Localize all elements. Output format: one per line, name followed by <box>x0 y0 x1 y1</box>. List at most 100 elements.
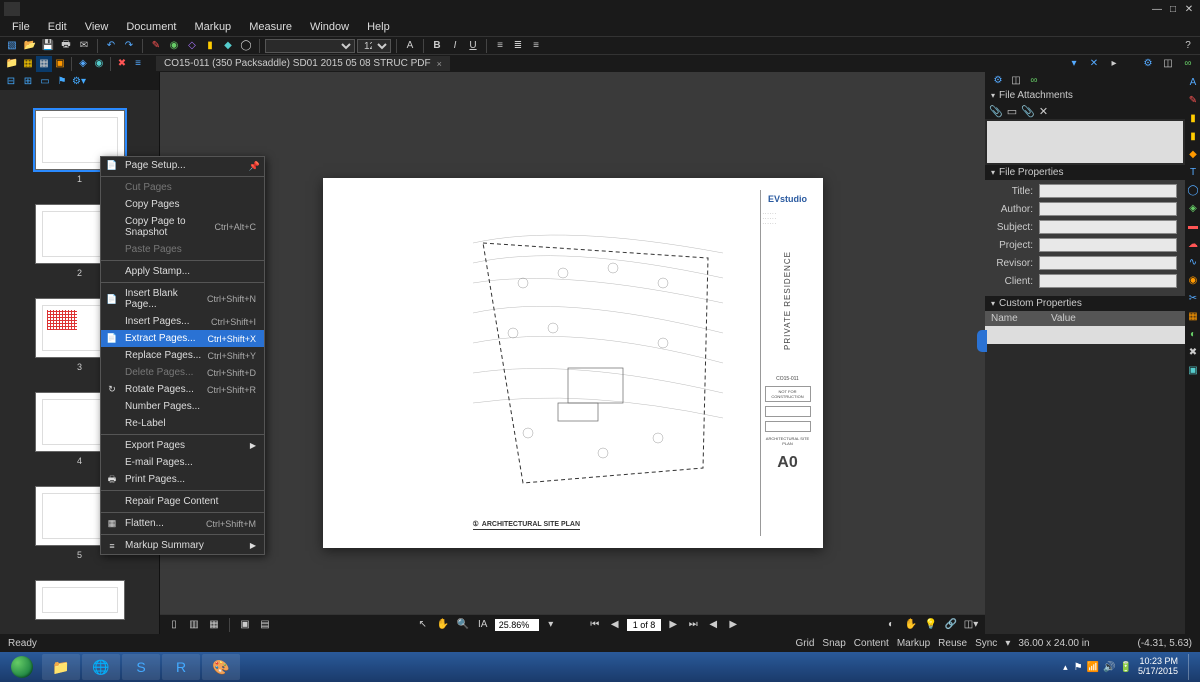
menu-edit[interactable]: Edit <box>40 19 75 35</box>
menu-item-copy-page-to-snapshot[interactable]: Copy Page to SnapshotCtrl+Alt+C <box>101 213 264 241</box>
rtab-9-icon[interactable]: ▬ <box>1185 218 1200 234</box>
email-icon[interactable]: ✉ <box>76 38 92 54</box>
dimmer-icon[interactable]: ◐ <box>883 617 899 633</box>
thumb-view-icon[interactable]: ▭ <box>38 74 52 88</box>
tray-expand-icon[interactable]: ▴ <box>1063 662 1068 673</box>
open-icon[interactable]: 📂 <box>22 38 38 54</box>
show-desktop[interactable] <box>1188 654 1196 680</box>
props-layer-icon[interactable]: ◫ <box>1160 56 1176 72</box>
menu-item-number-pages[interactable]: Number Pages... <box>101 398 264 415</box>
menu-item-rotate-pages[interactable]: ↻Rotate Pages...Ctrl+Shift+R <box>101 381 264 398</box>
snap-sync[interactable]: Sync <box>975 638 997 649</box>
undo-icon[interactable]: ↶ <box>103 38 119 54</box>
align-right-icon[interactable]: ≡ <box>528 38 544 54</box>
taskbar-clock[interactable]: 10:23 PM 5/17/2015 <box>1138 657 1178 677</box>
shape-icon[interactable]: ◇ <box>184 38 200 54</box>
menu-item-insert-pages[interactable]: Insert Pages...Ctrl+Shift+I <box>101 313 264 330</box>
fit-page-icon[interactable]: ▣ <box>237 617 253 633</box>
zoom-value[interactable]: 25.86% <box>495 619 539 631</box>
task-revu[interactable]: R <box>162 654 200 680</box>
tab-close-all-icon[interactable]: ✕ <box>1086 56 1102 72</box>
tab-close-icon[interactable]: × <box>437 59 442 69</box>
menu-item-export-pages[interactable]: Export Pages▶ <box>101 437 264 454</box>
minimize-button[interactable]: — <box>1150 3 1164 15</box>
thumb-minus-icon[interactable]: ⊟ <box>4 74 18 88</box>
rtab-4-icon[interactable]: ▮ <box>1185 128 1200 144</box>
task-paint[interactable]: 🎨 <box>202 654 240 680</box>
rtab-1-icon[interactable]: A <box>1185 74 1200 90</box>
next-page-icon[interactable]: ▶ <box>665 617 681 633</box>
rtab-17-icon[interactable]: ▣ <box>1185 362 1200 378</box>
help-icon[interactable]: ? <box>1180 38 1196 54</box>
attach-del-icon[interactable]: ✕ <box>1039 105 1048 118</box>
hand-icon[interactable]: ✋ <box>435 617 451 633</box>
snap-snap[interactable]: Snap <box>822 638 845 649</box>
rtab-8-icon[interactable]: ◈ <box>1185 200 1200 216</box>
prop-author-input[interactable] <box>1039 202 1177 216</box>
panel-link-icon[interactable]: ∞ <box>1027 73 1041 87</box>
panel7-icon[interactable]: ✖ <box>114 56 130 72</box>
rtab-6-icon[interactable]: T <box>1185 164 1200 180</box>
task-chrome[interactable]: 🌐 <box>82 654 120 680</box>
thumb-plus-icon[interactable]: ⊞ <box>21 74 35 88</box>
tool2-icon[interactable]: ◯ <box>238 38 254 54</box>
next-view-icon[interactable]: ▶ <box>725 617 741 633</box>
prop-title-input[interactable] <box>1039 184 1177 198</box>
thumbnail-page-6[interactable] <box>30 580 130 620</box>
rtab-10-icon[interactable]: ☁ <box>1185 236 1200 252</box>
start-button[interactable] <box>4 654 40 680</box>
attach-open-icon[interactable]: ▭ <box>1007 105 1017 118</box>
attach-add-icon[interactable]: 📎 <box>989 105 1003 118</box>
panel5-icon[interactable]: ◈ <box>75 56 91 72</box>
menu-measure[interactable]: Measure <box>241 19 300 35</box>
menu-item-insert-blank-page[interactable]: 📄Insert Blank Page...Ctrl+Shift+N <box>101 285 264 313</box>
menu-item-flatten[interactable]: ▦Flatten...Ctrl+Shift+M <box>101 515 264 532</box>
rtab-13-icon[interactable]: ✂ <box>1185 290 1200 306</box>
tray-vol-icon[interactable]: 🔊 <box>1103 662 1115 673</box>
snap-markup[interactable]: Markup <box>897 638 930 649</box>
attach-clip-icon[interactable]: 📎 <box>1021 105 1035 118</box>
snap-grid[interactable]: Grid <box>796 638 815 649</box>
save-icon[interactable]: 💾 <box>40 38 56 54</box>
prop-revisor-input[interactable] <box>1039 256 1177 270</box>
align-left-icon[interactable]: ≡ <box>492 38 508 54</box>
tray-bat-icon[interactable]: 🔋 <box>1120 662 1132 673</box>
thumbnails-icon[interactable]: ▦ <box>36 56 52 72</box>
panel4-icon[interactable]: ▣ <box>52 56 68 72</box>
panel-gear-icon[interactable]: ⚙ <box>991 73 1005 87</box>
link-icon[interactable]: 🔗 <box>943 617 959 633</box>
menu-item-page-setup[interactable]: 📄Page Setup... <box>101 157 264 174</box>
rtab-16-icon[interactable]: ✖ <box>1185 344 1200 360</box>
continuous-icon[interactable]: ▥ <box>186 617 202 633</box>
menu-file[interactable]: File <box>4 19 38 35</box>
task-explorer[interactable]: 📁 <box>42 654 80 680</box>
new-icon[interactable]: ▧ <box>4 38 20 54</box>
menu-item-replace-pages[interactable]: Replace Pages...Ctrl+Shift+Y <box>101 347 264 364</box>
stamp-icon[interactable]: ◉ <box>166 38 182 54</box>
panel8-icon[interactable]: ≡ <box>130 56 146 72</box>
menu-item-e-mail-pages[interactable]: E-mail Pages... <box>101 454 264 471</box>
menu-item-print-pages[interactable]: 🖶Print Pages... <box>101 471 264 488</box>
attachments-header[interactable]: File Attachments <box>985 88 1185 103</box>
menu-window[interactable]: Window <box>302 19 357 35</box>
rtab-7-icon[interactable]: ◯ <box>1185 182 1200 198</box>
tray-net-icon[interactable]: 📶 <box>1087 662 1099 673</box>
cursor-icon[interactable]: ↖ <box>415 617 431 633</box>
rtab-12-icon[interactable]: ◉ <box>1185 272 1200 288</box>
markup-icon[interactable]: ✎ <box>148 38 164 54</box>
align-center-icon[interactable]: ≣ <box>510 38 526 54</box>
close-button[interactable]: ✕ <box>1182 3 1196 15</box>
menu-item-copy-pages[interactable]: Copy Pages <box>101 196 264 213</box>
maximize-button[interactable]: □ <box>1166 3 1180 15</box>
bulb-icon[interactable]: 💡 <box>923 617 939 633</box>
tool-icon[interactable]: ◆ <box>220 38 236 54</box>
redo-icon[interactable]: ↷ <box>121 38 137 54</box>
props-gear-icon[interactable]: ⚙ <box>1140 56 1156 72</box>
rtab-5-icon[interactable]: ◆ <box>1185 146 1200 162</box>
prop-subject-input[interactable] <box>1039 220 1177 234</box>
underline-icon[interactable]: U <box>465 38 481 54</box>
single-page-icon[interactable]: ▯ <box>166 617 182 633</box>
text-color-icon[interactable]: A <box>402 38 418 54</box>
explorer-icon[interactable]: 📁 <box>4 56 20 72</box>
first-page-icon[interactable]: ⏮ <box>587 617 603 633</box>
